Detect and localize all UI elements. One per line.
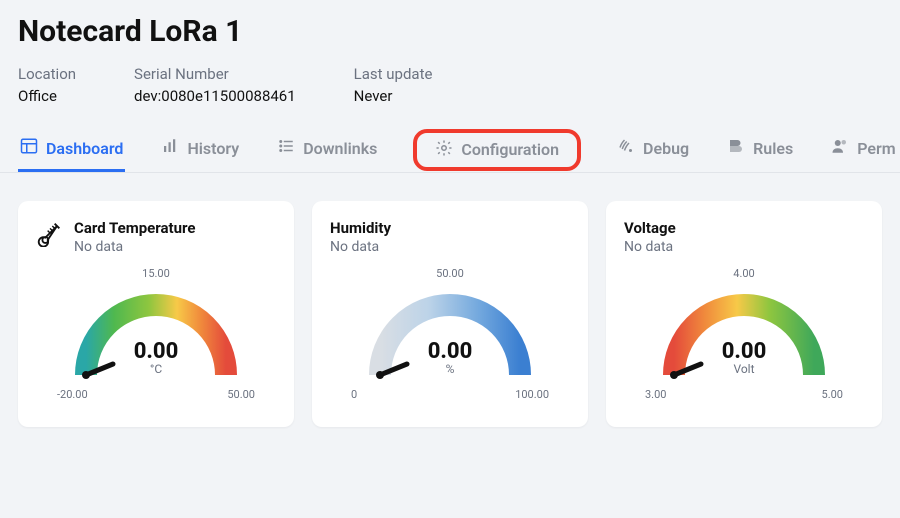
gauge-value: 0.00 [51,339,261,364]
thermometer-icon [36,219,64,247]
gauge-tick-min: -20.00 [57,388,88,401]
history-icon [161,137,179,159]
downlinks-icon [277,137,295,159]
gauge-tick-min: 0 [351,388,357,401]
permissions-icon [831,137,849,159]
gauge-humidity: 50.00 0.00 % [345,265,555,415]
meta-location: Location Office [18,65,76,105]
gauge-tick-mid: 4.00 [639,267,849,280]
card-voltage: Voltage No data 4.00 [606,201,882,427]
gauge-unit: % [345,362,555,376]
gauge-tick-mid: 15.00 [51,267,261,280]
tab-permissions[interactable]: Perm [829,127,897,172]
tab-downlinks[interactable]: Downlinks [275,127,379,172]
tab-bar: Dashboard History Downlinks Configuratio… [0,127,900,173]
tab-history[interactable]: History [159,127,241,172]
tab-label: History [187,139,239,158]
card-humidity: Humidity No data 50.00 [312,201,588,427]
meta-last-update: Last update Never [354,65,433,105]
meta-label: Serial Number [134,65,296,83]
meta-label: Location [18,65,76,83]
tab-label: Dashboard [46,139,123,158]
tab-dashboard[interactable]: Dashboard [18,127,125,172]
tab-label: Configuration [461,140,559,159]
tab-debug[interactable]: Debug [615,127,691,172]
tab-label: Perm [857,139,895,158]
card-title: Card Temperature [74,219,195,237]
gauge-temperature: 15.00 [51,265,261,415]
meta-value: Office [18,87,76,105]
tab-configuration[interactable]: Configuration [413,129,581,171]
meta-label: Last update [354,65,433,83]
cards-row: Card Temperature No data 15.00 [18,201,882,427]
dashboard-icon [20,137,38,159]
tab-rules[interactable]: Rules [725,127,795,172]
card-title: Humidity [330,219,391,237]
gauge-value: 0.00 [639,339,849,364]
card-temperature: Card Temperature No data 15.00 [18,201,294,427]
meta-row: Location Office Serial Number dev:0080e1… [18,65,882,105]
card-subtitle: No data [624,239,676,255]
gauge-tick-max: 100.00 [515,388,549,401]
card-subtitle: No data [74,239,195,255]
tab-label: Rules [753,139,793,158]
gauge-tick-min: 3.00 [645,388,666,401]
gauge-tick-max: 50.00 [227,388,255,401]
debug-icon [617,137,635,159]
meta-value: dev:0080e11500088461 [134,87,296,105]
meta-serial: Serial Number dev:0080e11500088461 [134,65,296,105]
gauge-value: 0.00 [345,339,555,364]
gauge-unit: Volt [639,362,849,376]
rules-icon [727,137,745,159]
card-subtitle: No data [330,239,391,255]
gauge-unit: °C [51,362,261,376]
tab-label: Debug [643,139,689,158]
card-title: Voltage [624,219,676,237]
gauge-voltage: 4.00 0. [639,265,849,415]
gauge-tick-max: 5.00 [822,388,843,401]
meta-value: Never [354,87,433,105]
page-title: Notecard LoRa 1 [18,14,882,49]
tab-label: Downlinks [303,139,377,158]
gauge-tick-mid: 50.00 [345,267,555,280]
configuration-icon [435,139,453,161]
